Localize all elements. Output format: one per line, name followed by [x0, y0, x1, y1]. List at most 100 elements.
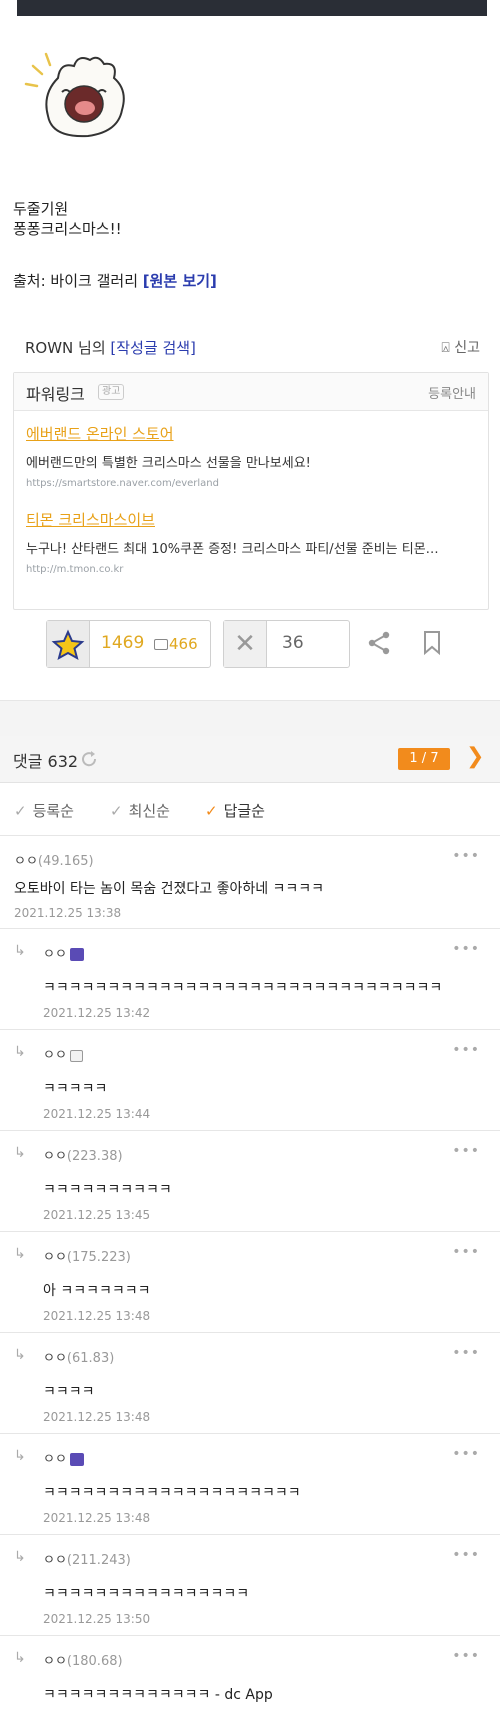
comment-text: ㅋㅋㅋㅋㅋ: [43, 1081, 108, 1097]
reply-arrow-icon: ↳: [14, 1044, 26, 1060]
ad-description: 누구나! 산타랜드 최대 10%쿠폰 증정! 크리스마스 파티/선물 준비는 티…: [26, 542, 439, 557]
upvote-button[interactable]: 1469 466: [46, 620, 211, 668]
bookmark-icon[interactable]: [422, 630, 442, 656]
comment-author: ㅇㅇ(223.38): [43, 1149, 123, 1164]
comment-date: 2021.12.25 13:48: [43, 1511, 151, 1525]
share-icon[interactable]: [366, 630, 392, 656]
ad-title[interactable]: 에버랜드 온라인 스토어: [26, 423, 311, 444]
comment-author: ㅇㅇ: [43, 1448, 84, 1467]
comment-date: 2021.12.25 13:48: [43, 1309, 151, 1323]
sort-label: 최신순: [128, 802, 170, 820]
downvote-count: 36: [282, 633, 304, 653]
comment-author: ㅇㅇ: [43, 1044, 83, 1063]
reply-item: ↳ ㅇㅇ ••• ㅋㅋㅋㅋㅋㅋㅋㅋㅋㅋㅋㅋㅋㅋㅋㅋㅋㅋㅋㅋㅋㅋㅋㅋㅋㅋㅋㅋㅋㅋㅋ…: [0, 929, 500, 1030]
author-line: ROWN 님의 [작성글 검색]: [25, 337, 196, 358]
fixed-upvote-count: 466: [169, 635, 198, 653]
more-options-icon[interactable]: •••: [452, 848, 480, 864]
comment-author: ㅇㅇ(49.165): [14, 854, 94, 869]
comments-header: 댓글 632 1 / 7 ❯: [0, 736, 500, 783]
reply-arrow-icon: ↳: [14, 1650, 26, 1666]
post-image-bottom-edge: [17, 0, 487, 16]
comment-date: 2021.12.25 13:48: [43, 1410, 151, 1424]
reply-arrow-icon: ↳: [14, 1448, 26, 1464]
more-options-icon[interactable]: •••: [452, 1345, 480, 1361]
sort-by-replies[interactable]: ✓ 답글순: [205, 800, 265, 821]
ad-url: https://smartstore.naver.com/everland: [26, 478, 219, 489]
sort-label: 등록순: [32, 802, 74, 820]
report-button[interactable]: ⍓ 신고: [441, 337, 480, 357]
comment-text: ㅋㅋㅋㅋㅋㅋㅋㅋㅋㅋㅋㅋㅋ - dc App: [43, 1687, 273, 1703]
post-source: 출처: 바이크 갤러리 [원본 보기]: [13, 270, 217, 291]
ad-title[interactable]: 티몬 크리스마스이브: [26, 509, 439, 530]
more-options-icon[interactable]: •••: [452, 1547, 480, 1563]
sort-label: 답글순: [223, 802, 265, 820]
comment-author: ㅇㅇ(180.68): [43, 1654, 123, 1669]
reply-arrow-icon: ↳: [14, 1347, 26, 1363]
post-text-line2: 퐁퐁크리스마스!!: [13, 220, 122, 238]
comment-text: ㅋㅋㅋㅋㅋㅋㅋㅋㅋㅋㅋㅋㅋㅋㅋㅋㅋㅋㅋㅋㅋㅋㅋㅋㅋㅋㅋㅋㅋㅋㅋ: [43, 980, 443, 996]
more-options-icon[interactable]: •••: [452, 1143, 480, 1159]
post-text-line1: 두줄기원: [13, 200, 69, 218]
reply-item: ↳ ㅇㅇ(175.223) ••• 아 ㅋㅋㅋㅋㅋㅋㅋ 2021.12.25 1…: [0, 1232, 500, 1333]
comment-text: 아 ㅋㅋㅋㅋㅋㅋㅋ: [43, 1283, 151, 1299]
comment-date: 2021.12.25 13:45: [43, 1208, 151, 1222]
register-guide-link[interactable]: 등록안내: [428, 383, 476, 402]
member-badge-icon: [69, 1049, 83, 1062]
app-user-badge-icon: [69, 948, 84, 961]
refresh-icon[interactable]: [80, 750, 98, 768]
comment-item: ㅇㅇ(49.165) ••• 오토바이 타는 놈이 목숨 건졌다고 좋아하네 ㅋ…: [0, 836, 500, 929]
report-label: 신고: [454, 340, 480, 356]
reply-item: ↳ ㅇㅇ(61.83) ••• ㅋㅋㅋㅋ 2021.12.25 13:48: [0, 1333, 500, 1434]
comment-count-title: 댓글 632: [13, 752, 79, 771]
reply-item: ↳ ㅇㅇ(180.68) ••• ㅋㅋㅋㅋㅋㅋㅋㅋㅋㅋㅋㅋㅋ - dc App: [0, 1636, 500, 1716]
upvote-count: 1469: [101, 633, 145, 653]
chevron-right-icon[interactable]: ❯: [466, 744, 484, 769]
check-icon: ✓: [14, 802, 27, 820]
more-options-icon[interactable]: •••: [452, 1042, 480, 1058]
more-options-icon[interactable]: •••: [452, 1648, 480, 1664]
powerlink-title: 파워링크: [26, 385, 85, 404]
reply-arrow-icon: ↳: [14, 943, 26, 959]
check-icon: ✓: [110, 802, 123, 820]
comment-author: ㅇㅇ(175.223): [43, 1250, 131, 1265]
powerlink-header: 파워링크 광고 등록안내: [14, 373, 488, 411]
powerlink-ad-box: 파워링크 광고 등록안내 에버랜드 온라인 스토어 에버랜드만의 특별한 크리스…: [13, 372, 489, 610]
ad-item[interactable]: 에버랜드 온라인 스토어 에버랜드만의 특별한 크리스마스 선물을 만나보세요!…: [26, 423, 311, 489]
fixed-user-icon: [154, 639, 168, 650]
downvote-button[interactable]: ✕ 36: [223, 620, 350, 668]
comment-text: ㅋㅋㅋㅋ: [43, 1384, 95, 1400]
comment-text: ㅋㅋㅋㅋㅋㅋㅋㅋㅋㅋ: [43, 1182, 172, 1198]
comment-author: ㅇㅇ: [43, 943, 84, 962]
ad-item[interactable]: 티몬 크리스마스이브 누구나! 산타랜드 최대 10%쿠폰 증정! 크리스마스 …: [26, 509, 439, 575]
author-name: ROWN 님의: [25, 339, 111, 357]
more-options-icon[interactable]: •••: [452, 1244, 480, 1260]
reply-arrow-icon: ↳: [14, 1549, 26, 1565]
reply-item: ↳ ㅇㅇ(211.243) ••• ㅋㅋㅋㅋㅋㅋㅋㅋㅋㅋㅋㅋㅋㅋㅋㅋ 2021.…: [0, 1535, 500, 1636]
reply-arrow-icon: ↳: [14, 1145, 26, 1161]
reply-arrow-icon: ↳: [14, 1246, 26, 1262]
reply-item: ↳ ㅇㅇ(223.38) ••• ㅋㅋㅋㅋㅋㅋㅋㅋㅋㅋ 2021.12.25 1…: [0, 1131, 500, 1232]
more-options-icon[interactable]: •••: [452, 941, 480, 957]
view-original-link[interactable]: [원본 보기]: [143, 272, 217, 290]
siren-icon: ⍓: [441, 340, 450, 356]
screaming-dumpling-emoticon: [24, 52, 125, 138]
comment-author: ㅇㅇ(61.83): [43, 1351, 115, 1366]
close-x-icon: ✕: [224, 621, 267, 667]
comment-date: 2021.12.25 13:42: [43, 1006, 151, 1020]
author-posts-search-link[interactable]: [작성글 검색]: [110, 339, 195, 357]
comment-date: 2021.12.25 13:38: [14, 906, 122, 920]
ad-url: http://m.tmon.co.kr: [26, 564, 124, 575]
comment-text: ㅋㅋㅋㅋㅋㅋㅋㅋㅋㅋㅋㅋㅋㅋㅋㅋㅋㅋㅋㅋ: [43, 1485, 301, 1501]
comment-author: ㅇㅇ(211.243): [43, 1553, 131, 1568]
comment-date: 2021.12.25 13:50: [43, 1612, 151, 1626]
reply-item: ↳ ㅇㅇ ••• ㅋㅋㅋㅋㅋㅋㅋㅋㅋㅋㅋㅋㅋㅋㅋㅋㅋㅋㅋㅋ 2021.12.25…: [0, 1434, 500, 1535]
star-icon: [47, 621, 90, 667]
comment-page-indicator[interactable]: 1 / 7: [398, 748, 450, 770]
check-icon: ✓: [205, 802, 218, 820]
ad-description: 에버랜드만의 특별한 크리스마스 선물을 만나보세요!: [26, 456, 311, 471]
comment-text: 오토바이 타는 놈이 목숨 건졌다고 좋아하네 ㅋㅋㅋㅋ: [14, 881, 325, 897]
sort-by-latest[interactable]: ✓ 최신순: [110, 800, 170, 821]
more-options-icon[interactable]: •••: [452, 1446, 480, 1462]
sort-by-registration[interactable]: ✓ 등록순: [14, 800, 74, 821]
app-user-badge-icon: [69, 1453, 84, 1466]
